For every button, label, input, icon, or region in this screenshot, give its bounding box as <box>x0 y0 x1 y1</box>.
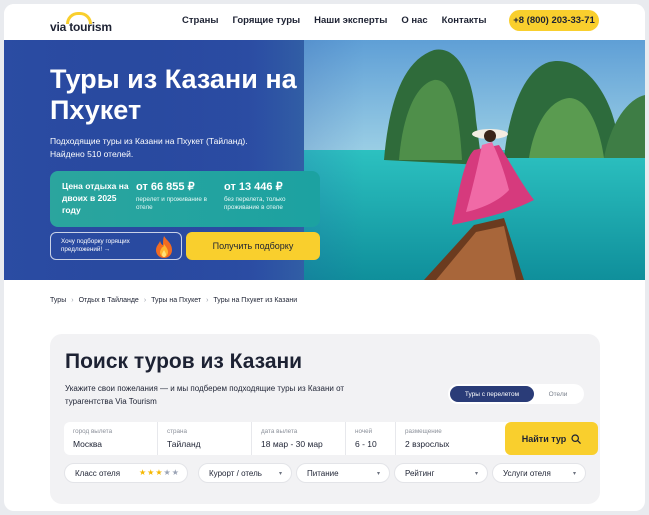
chevron-down-icon: ▾ <box>572 471 576 477</box>
price-with-flight-note: перелет и проживание в отеле <box>136 196 208 211</box>
find-tour-button[interactable]: Найти тур <box>505 422 598 455</box>
filter-label: Рейтинг <box>405 469 435 478</box>
field-label: дата вылета <box>261 428 298 435</box>
filter-label: Услуги отеля <box>503 469 551 478</box>
breadcrumb-item-phuket[interactable]: Туры на Пхукет <box>151 297 201 304</box>
star-icon: ★ <box>139 468 148 477</box>
country-field[interactable]: страна Тайланд <box>158 422 252 455</box>
chevron-right-icon: › <box>143 297 147 304</box>
page: via tourism Страны Горящие туры Наши экс… <box>4 4 645 511</box>
nav-item-experts[interactable]: Наши эксперты <box>314 15 387 26</box>
tour-search-panel: Поиск туров из Казани Укажите свои пожел… <box>50 334 600 504</box>
search-type-toggle: Туры с перелетом Отели <box>448 384 584 404</box>
logo-text: via tourism <box>50 20 112 34</box>
filter-label: Курорт / отель <box>209 469 262 478</box>
search-form: город вылета Москва страна Тайланд дата … <box>64 422 598 455</box>
field-value: Тайланд <box>167 439 201 449</box>
search-title: Поиск туров из Казани <box>65 350 303 373</box>
accommodation-field[interactable]: размещение 2 взрослых <box>396 422 492 455</box>
phone-button[interactable]: +8 (800) 203-33-71 <box>509 10 599 31</box>
site-header: via tourism Страны Горящие туры Наши экс… <box>4 4 645 40</box>
get-selection-button[interactable]: Получить подборку <box>186 232 320 260</box>
hot-offers-text: Хочу подборку горящих предложений! → <box>61 238 130 253</box>
price-hotel-only: от 13 446 ₽ <box>224 181 283 193</box>
nav-item-hot-tours[interactable]: Горящие туры <box>232 15 300 26</box>
departure-city-field[interactable]: город вылета Москва <box>64 422 158 455</box>
star-icon: ★ <box>171 468 180 477</box>
field-value: 6 - 10 <box>355 439 377 449</box>
hero-title: Туры из Казани на Пхукет <box>50 64 297 125</box>
star-icon: ★ <box>163 468 172 477</box>
nav-item-countries[interactable]: Страны <box>182 15 218 26</box>
breadcrumb: Туры › Отдых в Тайланде › Туры на Пхукет… <box>50 297 297 304</box>
hero-subtitle: Подходящие туры из Казани на Пхукет (Тай… <box>50 136 248 159</box>
field-value: 18 мар - 30 мар <box>261 439 323 449</box>
departure-date-field[interactable]: дата вылета 18 мар - 30 мар <box>252 422 346 455</box>
price-card: Цена отдыха на двоих в 2025 году от 66 8… <box>50 171 320 227</box>
nav-item-contacts[interactable]: Контакты <box>442 15 487 26</box>
filter-label: Класс отеля <box>75 469 121 478</box>
breadcrumb-item-current: Туры на Пхукет из Казани <box>213 297 298 304</box>
rating-filter[interactable]: Рейтинг ▾ <box>394 463 488 483</box>
breadcrumb-item-tours[interactable]: Туры <box>50 297 66 304</box>
fire-icon <box>156 236 172 258</box>
price-with-flight: от 66 855 ₽ <box>136 181 195 193</box>
logo[interactable]: via tourism <box>50 12 114 34</box>
chevron-right-icon: › <box>71 297 74 304</box>
meal-filter[interactable]: Питание ▾ <box>296 463 390 483</box>
price-card-label: Цена отдыха на двоих в 2025 году <box>62 181 129 215</box>
filter-label: Питание <box>307 469 339 478</box>
field-label: страна <box>167 428 188 435</box>
chevron-down-icon: ▾ <box>376 471 380 477</box>
hero-banner: Туры из Казани на Пхукет Подходящие туры… <box>4 40 645 280</box>
field-label: ночей <box>355 428 373 435</box>
search-filters: Класс отеля ★★★★★ Курорт / отель ▾ Питан… <box>64 463 586 483</box>
field-value: 2 взрослых <box>405 439 450 449</box>
star-rating: ★★★★★ <box>139 468 180 477</box>
chevron-right-icon: › <box>206 297 209 304</box>
chevron-down-icon: ▾ <box>474 471 478 477</box>
nav-item-about[interactable]: О нас <box>401 15 427 26</box>
field-label: город вылета <box>73 428 113 435</box>
field-label: размещение <box>405 428 442 435</box>
star-icon: ★ <box>155 468 164 477</box>
hot-offers-link[interactable]: Хочу подборку горящих предложений! → <box>50 232 182 260</box>
chevron-down-icon: ▾ <box>278 471 282 477</box>
price-hotel-only-note: без перелета, только проживание в отеле <box>224 196 286 211</box>
hotel-class-filter[interactable]: Класс отеля ★★★★★ <box>64 463 188 483</box>
search-description: Укажите свои пожелания — и мы подберем п… <box>65 384 345 406</box>
main-nav: Страны Горящие туры Наши эксперты О нас … <box>182 15 500 26</box>
tab-hotels[interactable]: Отели <box>534 386 582 402</box>
field-value: Москва <box>73 439 103 449</box>
search-icon <box>571 433 582 444</box>
breadcrumb-item-thailand[interactable]: Отдых в Тайланде <box>79 297 139 304</box>
nights-field[interactable]: ночей 6 - 10 <box>346 422 396 455</box>
resort-hotel-filter[interactable]: Курорт / отель ▾ <box>198 463 292 483</box>
find-tour-label: Найти тур <box>521 433 567 444</box>
tab-tours-with-flight[interactable]: Туры с перелетом <box>450 386 534 402</box>
hotel-services-filter[interactable]: Услуги отеля ▾ <box>492 463 586 483</box>
